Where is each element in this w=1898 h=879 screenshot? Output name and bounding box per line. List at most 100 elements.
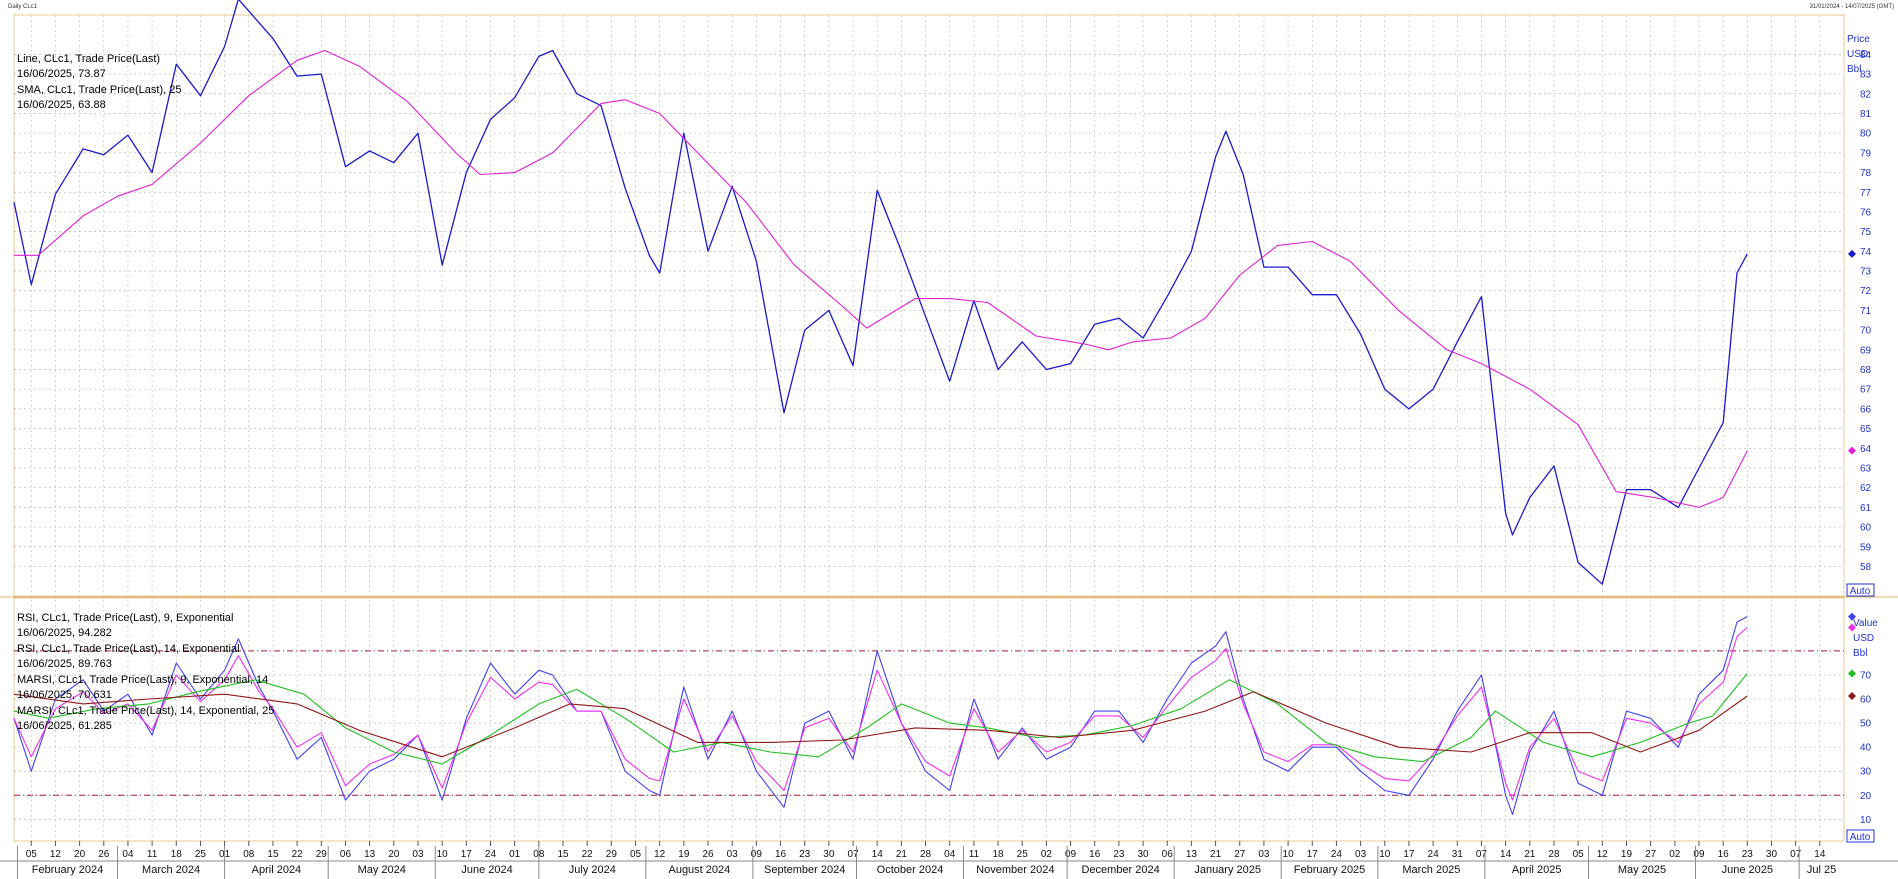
x-tick-label: 21: [1210, 849, 1222, 860]
x-tick-label: 29: [316, 849, 328, 860]
x-tick-label: 18: [171, 849, 183, 860]
x-tick-label: 26: [702, 849, 714, 860]
legend-marsi9-name: MARSI, CLc1, Trade Price(Last), 9, Expon…: [17, 674, 268, 686]
x-tick-label: 17: [1403, 849, 1415, 860]
price-y-tick-label: 67: [1860, 385, 1872, 396]
price-y-tick-label: 81: [1860, 109, 1872, 120]
legend-marsi14-name: MARSI, CLc1, Trade Price(Last), 14, Expo…: [17, 705, 274, 717]
rsi-auto-label[interactable]: Auto: [1850, 832, 1871, 843]
rsi-y-tick-label: 60: [1860, 695, 1872, 706]
price-auto-button[interactable]: Auto: [1846, 583, 1875, 597]
x-tick-label: 12: [50, 849, 62, 860]
price-y-tick-label: 72: [1860, 286, 1872, 297]
x-tick-label: 05: [26, 849, 38, 860]
x-tick-label: 07: [1476, 849, 1488, 860]
legend-sma-name: SMA, CLc1, Trade Price(Last), 25: [17, 84, 181, 96]
x-tick-label: 19: [1621, 849, 1633, 860]
price-y-tick-label: 58: [1860, 562, 1872, 573]
x-tick-label: 02: [1041, 849, 1053, 860]
month-label: October 2024: [877, 864, 944, 876]
x-tick-label: 01: [509, 849, 521, 860]
legend-rsi9-value: 16/06/2025, 94.282: [17, 627, 112, 639]
month-label: November 2024: [976, 864, 1054, 876]
price-y-tick-label: 71: [1860, 306, 1872, 317]
x-tick-label: 06: [1162, 849, 1174, 860]
price-y-tick-label: 78: [1860, 168, 1872, 179]
price-y-tick-label: 69: [1860, 345, 1872, 356]
month-label: April 2024: [252, 864, 302, 876]
month-label: February 2024: [32, 864, 104, 876]
legend-line-name: Line, CLc1, Trade Price(Last): [17, 53, 160, 65]
month-label: June 2025: [1722, 864, 1773, 876]
x-tick-label: 19: [678, 849, 690, 860]
price-auto-label[interactable]: Auto: [1850, 586, 1871, 597]
price-y-tick-label: 76: [1860, 207, 1872, 218]
price-y-tick-label: 64: [1860, 444, 1872, 455]
price-y-axis-title: Bbl: [1847, 64, 1861, 75]
month-label: March 2024: [142, 864, 200, 876]
rsi-auto-button[interactable]: Auto: [1846, 829, 1875, 843]
legend-sma-value: 16/06/2025, 63.88: [17, 99, 106, 111]
price-y-tick-label: 79: [1860, 148, 1872, 159]
x-tick-label: 23: [799, 849, 811, 860]
x-tick-label: 14: [1500, 849, 1512, 860]
x-tick-label: 24: [1428, 849, 1440, 860]
month-label: March 2025: [1402, 864, 1460, 876]
legend-rsi14-value: 16/06/2025, 89.763: [17, 658, 112, 670]
month-label: May 2024: [358, 864, 406, 876]
rsi-y-axis-title: Bbl: [1853, 648, 1867, 659]
header-right: 31/01/2024 - 14/07/2025 (GMT): [1810, 4, 1894, 10]
price-y-tick-label: 70: [1860, 326, 1872, 337]
rsi-y-tick-label: 70: [1860, 670, 1872, 681]
legend-rsi14-name: RSI, CLc1, Trade Price(Last), 14, Expone…: [17, 643, 240, 655]
month-label: January 2025: [1194, 864, 1261, 876]
x-tick-label: 12: [654, 849, 666, 860]
x-tick-label: 15: [557, 849, 569, 860]
x-tick-label: 05: [1573, 849, 1585, 860]
x-tick-label: 12: [1597, 849, 1609, 860]
legend-rsi9-name: RSI, CLc1, Trade Price(Last), 9, Exponen…: [17, 612, 233, 624]
x-tick-label: 13: [1186, 849, 1198, 860]
month-label: December 2024: [1081, 864, 1159, 876]
x-tick-label: 18: [992, 849, 1004, 860]
x-tick-label: 02: [1669, 849, 1681, 860]
x-tick-label: 08: [243, 849, 255, 860]
price-y-tick-label: 60: [1860, 523, 1872, 534]
x-tick-label: 21: [1524, 849, 1536, 860]
rsi-y-tick-label: 50: [1860, 719, 1872, 730]
x-tick-label: 16: [1089, 849, 1101, 860]
x-tick-label: 28: [920, 849, 932, 860]
x-tick-label: 25: [195, 849, 207, 860]
month-label: April 2025: [1512, 864, 1562, 876]
x-tick-label: 14: [872, 849, 884, 860]
price-y-tick-label: 80: [1860, 129, 1872, 140]
x-tick-label: 14: [1814, 849, 1826, 860]
x-tick-label: 27: [1234, 849, 1246, 860]
x-tick-label: 03: [412, 849, 424, 860]
x-tick-label: 15: [267, 849, 279, 860]
price-y-tick-label: 61: [1860, 503, 1872, 514]
rsi-y-axis-title: Value: [1853, 618, 1878, 629]
x-tick-label: 22: [582, 849, 594, 860]
month-label: Jul 25: [1807, 864, 1836, 876]
x-tick-label: 21: [896, 849, 908, 860]
price-y-tick-label: 59: [1860, 542, 1872, 553]
price-y-tick-label: 65: [1860, 424, 1872, 435]
x-tick-label: 23: [1742, 849, 1754, 860]
x-tick-label: 20: [388, 849, 400, 860]
x-tick-label: 23: [1113, 849, 1125, 860]
legend-marsi14-value: 16/06/2025, 61.285: [17, 720, 112, 732]
month-label: August 2024: [668, 864, 730, 876]
x-tick-label: 05: [630, 849, 642, 860]
x-tick-label: 10: [437, 849, 449, 860]
x-tick-label: 17: [1307, 849, 1319, 860]
x-tick-label: 10: [1379, 849, 1391, 860]
x-tick-label: 04: [944, 849, 956, 860]
x-tick-label: 03: [727, 849, 739, 860]
month-label: June 2024: [461, 864, 512, 876]
chart-canvas: Daily CLc1 31/01/2024 - 14/07/2025 (GMT)…: [0, 0, 1898, 879]
x-tick-label: 13: [364, 849, 376, 860]
price-y-axis-title: Price: [1847, 34, 1870, 45]
header-left: Daily CLc1: [8, 4, 38, 10]
price-y-tick-label: 83: [1860, 70, 1872, 81]
